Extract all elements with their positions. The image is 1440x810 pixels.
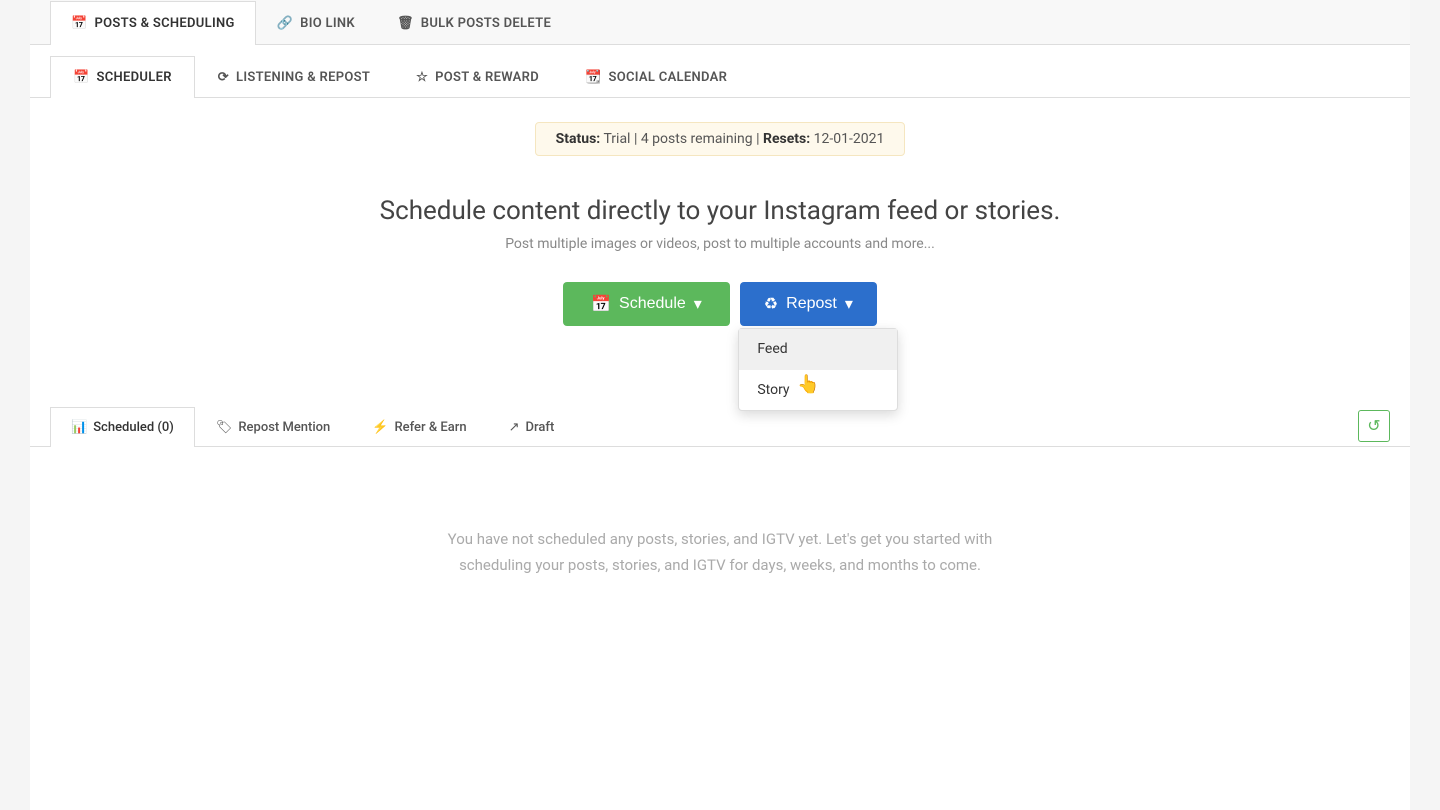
listening-icon: ⟳	[218, 70, 229, 85]
tab-refer-earn[interactable]: ⚡ Refer & Earn	[351, 407, 487, 447]
recycle-icon: ♻	[764, 294, 778, 314]
chart-icon: 📊	[71, 420, 87, 435]
tab-social-calendar[interactable]: 📆 SOCIAL CALENDAR	[562, 56, 750, 98]
schedule-button[interactable]: 📅 Schedule ▾	[563, 282, 730, 326]
refresh-icon: ↺	[1367, 416, 1380, 436]
main-content: Schedule content directly to your Instag…	[30, 176, 1410, 406]
tab-scheduler-label: SCHEDULER	[97, 70, 172, 85]
repost-button-label: Repost	[786, 295, 837, 313]
calendar2-icon: 📆	[585, 70, 602, 85]
tab-draft-label: Draft	[526, 420, 555, 435]
dropdown-item-feed[interactable]: Feed 👆	[739, 329, 897, 370]
tab-bulk-posts-delete[interactable]: 🗑 Bulk Posts Delete	[376, 1, 572, 45]
top-tab-bar: 📅 POSTS & SCHEDULING 🔗 BIO LINK 🗑 Bulk P…	[30, 0, 1410, 45]
tab-bio-link-label: BIO LINK	[300, 16, 355, 31]
tab-posts-scheduling-label: POSTS & SCHEDULING	[95, 16, 235, 31]
tab-repost-mention-label: Repost Mention	[238, 420, 330, 435]
feed-label: Feed	[757, 341, 787, 357]
tab-scheduler[interactable]: 📅 SCHEDULER	[50, 56, 195, 98]
main-subheading: Post multiple images or videos, post to …	[50, 236, 1390, 252]
refresh-button[interactable]: ↺	[1358, 410, 1390, 442]
status-badge: Status: Trial | 4 posts remaining | Rese…	[535, 122, 906, 156]
separator2: |	[756, 131, 763, 147]
bolt-icon: ⚡	[372, 420, 388, 435]
posts-remaining: 4 posts remaining	[641, 131, 753, 147]
tab-draft[interactable]: ↗ Draft	[488, 407, 576, 447]
schedule-caret: ▾	[694, 294, 702, 314]
empty-state-line2: scheduling your posts, stories, and IGTV…	[50, 553, 1390, 579]
action-buttons: 📅 Schedule ▾ ♻ Repost ▾ Feed 👆	[50, 282, 1390, 326]
repost-wrapper: ♻ Repost ▾ Feed 👆 Story	[740, 282, 877, 326]
sub-tab-bar: 📅 SCHEDULER ⟳ LISTENING & REPOST ☆ POST …	[30, 55, 1410, 98]
trash-icon: 🗑	[397, 16, 414, 31]
story-label: Story	[757, 382, 789, 398]
tab-repost-mention[interactable]: 🏷 Repost Mention	[195, 407, 351, 447]
schedule-calendar-icon: 📅	[591, 294, 611, 314]
share-icon: ↗	[509, 420, 520, 435]
status-value: Trial	[603, 131, 630, 147]
resets-value: 12-01-2021	[814, 131, 885, 147]
tab-bulk-posts-delete-label: Bulk Posts Delete	[421, 16, 551, 31]
tab-listening-repost-label: LISTENING & REPOST	[236, 70, 370, 85]
empty-state: You have not scheduled any posts, storie…	[30, 447, 1410, 658]
resets-label: Resets:	[763, 131, 810, 147]
status-bar: Status: Trial | 4 posts remaining | Rese…	[30, 122, 1410, 156]
status-label: Status:	[556, 131, 601, 147]
tag-icon: 🏷	[216, 420, 233, 435]
repost-caret: ▾	[845, 294, 853, 314]
tab-refer-earn-label: Refer & Earn	[394, 420, 466, 435]
schedule-button-label: Schedule	[619, 295, 686, 313]
tab-listening-repost[interactable]: ⟳ LISTENING & REPOST	[195, 56, 393, 98]
tab-posts-scheduling[interactable]: 📅 POSTS & SCHEDULING	[50, 1, 256, 45]
tab-post-reward[interactable]: ☆ POST & REWARD	[393, 56, 562, 98]
tab-scheduled-label: Scheduled (0)	[93, 420, 174, 435]
bottom-tab-right: ↺	[1358, 406, 1390, 446]
repost-dropdown: Feed 👆 Story	[738, 328, 898, 411]
separator1: |	[634, 131, 641, 147]
calendar-icon: 📅	[71, 16, 88, 31]
tab-scheduled[interactable]: 📊 Scheduled (0)	[50, 407, 195, 447]
tab-social-calendar-label: SOCIAL CALENDAR	[608, 70, 727, 85]
dropdown-item-story[interactable]: Story	[739, 370, 897, 410]
tab-post-reward-label: POST & REWARD	[435, 70, 539, 85]
bottom-tab-bar: 📊 Scheduled (0) 🏷 Repost Mention ⚡ Refer…	[30, 406, 1410, 447]
tab-bio-link[interactable]: 🔗 BIO LINK	[256, 1, 376, 45]
empty-state-line1: You have not scheduled any posts, storie…	[50, 527, 1390, 553]
main-heading: Schedule content directly to your Instag…	[50, 196, 1390, 226]
scheduler-icon: 📅	[73, 70, 90, 85]
link-icon: 🔗	[277, 16, 294, 31]
star-icon: ☆	[416, 70, 428, 85]
repost-button[interactable]: ♻ Repost ▾	[740, 282, 877, 326]
